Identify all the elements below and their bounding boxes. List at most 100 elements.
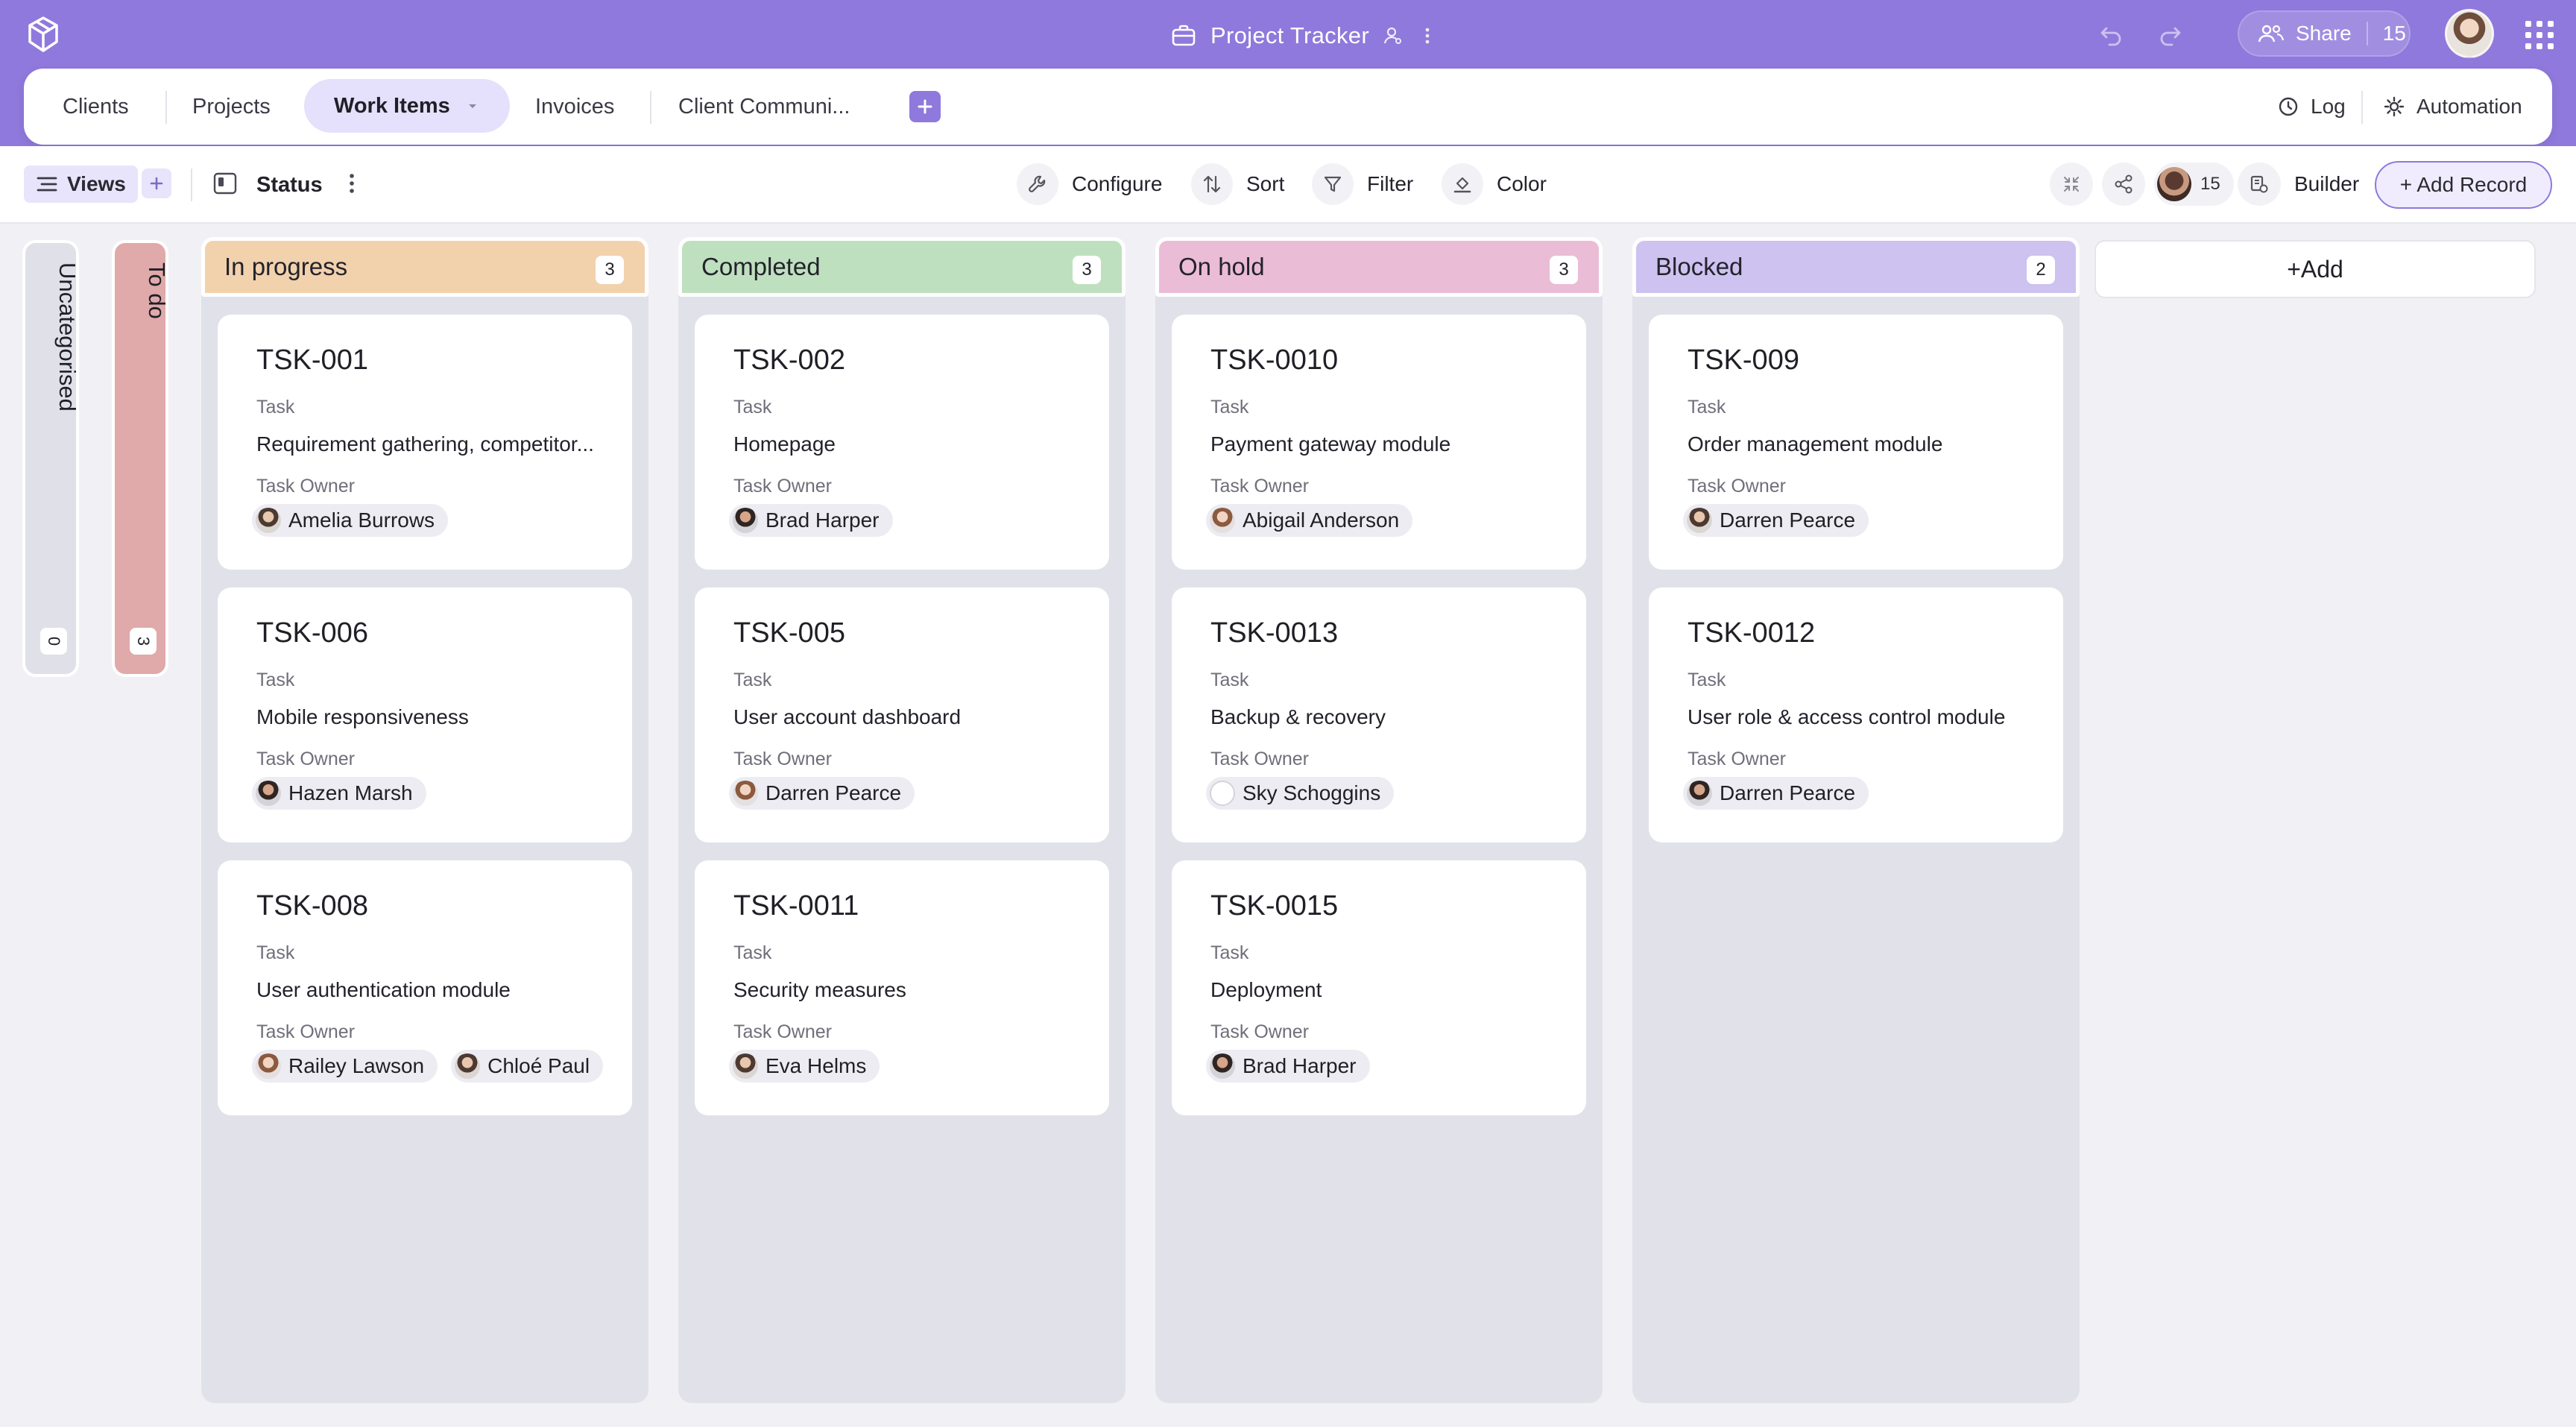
- column-count: 3: [596, 256, 624, 284]
- avatar: [256, 781, 281, 806]
- record-id: TSK-002: [733, 344, 845, 376]
- column-label: On hold: [1178, 253, 1265, 280]
- builder-button[interactable]: Builder: [2238, 163, 2359, 206]
- collapsed-column-uncategorised[interactable]: Uncategorised 0: [22, 240, 80, 677]
- record-card[interactable]: TSK-0013 Task Backup & recovery Task Owner S…: [1172, 588, 1586, 842]
- owner-name: Darren Pearce: [1720, 781, 1856, 804]
- briefcase-icon: [1172, 25, 1196, 46]
- add-record-button[interactable]: + Add Record: [2375, 161, 2552, 209]
- share-divider: [2366, 22, 2368, 45]
- owner-field-label: Task Owner: [1210, 1021, 1309, 1042]
- column-header[interactable]: In progress 3: [201, 237, 648, 297]
- record-card[interactable]: TSK-0012 Task User role & access control m…: [1649, 588, 2063, 842]
- chevron-down-icon[interactable]: [465, 98, 480, 113]
- view-options-icon[interactable]: [346, 170, 358, 197]
- avatar: [1210, 1053, 1235, 1079]
- owner-chip[interactable]: Hazen Marsh: [252, 777, 426, 810]
- owner-chip[interactable]: Railey Lawson: [252, 1050, 438, 1083]
- record-type: Task: [1210, 942, 1249, 963]
- avatar: [733, 508, 758, 533]
- user-avatar[interactable]: [2445, 9, 2494, 58]
- app-title-group: Project Tracker: [1170, 18, 1438, 54]
- record-title: Homepage: [733, 432, 836, 456]
- configure-button[interactable]: Configure: [1017, 163, 1162, 206]
- record-title: Payment gateway module: [1210, 432, 1451, 456]
- owner-chip[interactable]: Darren Pearce: [729, 777, 915, 810]
- owner-chips: Darren Pearce: [729, 777, 915, 810]
- owner-chip[interactable]: Darren Pearce: [1683, 504, 1869, 537]
- group-by-label[interactable]: Status: [256, 168, 323, 201]
- share-view-button[interactable]: [2102, 163, 2145, 206]
- owner-chip[interactable]: Darren Pearce: [1683, 777, 1869, 810]
- automation-button[interactable]: Automation: [2382, 69, 2522, 145]
- owner-field-label: Task Owner: [1688, 749, 1786, 769]
- column-header[interactable]: On hold 3: [1155, 237, 1603, 297]
- record-card[interactable]: TSK-005 Task User account dashboard Task Ow…: [695, 588, 1109, 842]
- redo-icon[interactable]: [2157, 21, 2184, 48]
- log-button[interactable]: Log: [2276, 69, 2346, 145]
- collapse-button[interactable]: [2050, 163, 2093, 206]
- collaborator-count: 15: [2200, 174, 2220, 194]
- views-button[interactable]: Views: [24, 166, 138, 203]
- tab-clients[interactable]: Clients: [63, 69, 129, 145]
- record-card[interactable]: TSK-0015 Task Deployment Task Owner Brad Har…: [1172, 860, 1586, 1115]
- record-card[interactable]: TSK-008 Task User authentication module Tas…: [218, 860, 632, 1115]
- tab-invoices[interactable]: Invoices: [535, 69, 614, 145]
- tab-work-items[interactable]: Work Items: [304, 79, 510, 133]
- column-header[interactable]: Blocked 2: [1632, 237, 2080, 297]
- collaborators-button[interactable]: 15: [2154, 163, 2234, 206]
- filter-button[interactable]: Filter: [1312, 163, 1413, 206]
- kanban-view-icon: [213, 172, 237, 195]
- record-id: TSK-0011: [733, 890, 859, 922]
- record-card[interactable]: TSK-002 Task Homepage Task Owner Brad Harper: [695, 315, 1109, 570]
- owner-chips: Hazen Marsh: [252, 777, 426, 810]
- collapse-icon: [2064, 177, 2079, 192]
- clock-icon: [2279, 97, 2298, 116]
- add-table-button[interactable]: [909, 91, 941, 122]
- app-logo-icon[interactable]: [25, 15, 61, 54]
- user-access-icon[interactable]: [1383, 25, 1404, 46]
- owner-chip[interactable]: Chloé Paul: [451, 1050, 604, 1083]
- record-type: Task: [1688, 670, 1726, 690]
- owner-chip[interactable]: Eva Helms: [729, 1050, 880, 1083]
- avatar: [1687, 508, 1712, 533]
- record-card[interactable]: TSK-001 Task Requirement gathering, compet…: [218, 315, 632, 570]
- owner-field-label: Task Owner: [733, 476, 832, 497]
- record-card[interactable]: TSK-0011 Task Security measures Task Owner E…: [695, 860, 1109, 1115]
- owner-chip[interactable]: Brad Harper: [729, 504, 893, 537]
- tab-client-communications[interactable]: Client Communi...: [678, 69, 850, 145]
- more-options-icon[interactable]: [1417, 25, 1438, 46]
- color-button[interactable]: Color: [1442, 163, 1547, 206]
- owner-chip[interactable]: Amelia Burrows: [252, 504, 449, 537]
- record-card[interactable]: TSK-006 Task Mobile responsiveness Task Own…: [218, 588, 632, 842]
- owner-chip[interactable]: Abigail Anderson: [1206, 504, 1413, 537]
- record-id: TSK-009: [1688, 344, 1799, 376]
- record-type: Task: [1688, 397, 1726, 418]
- column-in-progress: In progress 3 TSK-001 Task Requirement gat…: [201, 237, 648, 1403]
- share-button[interactable]: Share 15: [2238, 10, 2411, 57]
- column-label: In progress: [224, 253, 348, 280]
- record-card[interactable]: TSK-0010 Task Payment gateway module Task O…: [1172, 315, 1586, 570]
- sort-button[interactable]: Sort: [1191, 163, 1284, 206]
- app-grid-icon[interactable]: [2525, 21, 2554, 49]
- owner-chip[interactable]: Brad Harper: [1206, 1050, 1370, 1083]
- record-id: TSK-0015: [1210, 890, 1339, 922]
- app-title[interactable]: Project Tracker: [1210, 22, 1369, 49]
- column-header[interactable]: Completed 3: [678, 237, 1126, 297]
- top-bar: Project Tracker Share 15: [0, 0, 2576, 72]
- add-view-button[interactable]: [142, 168, 171, 198]
- record-title: User account dashboard: [733, 705, 962, 728]
- undo-icon[interactable]: [2097, 21, 2124, 48]
- collapsed-column-to-do[interactable]: To do 3: [112, 240, 170, 677]
- add-column-button[interactable]: +Add: [2094, 240, 2536, 298]
- record-card[interactable]: TSK-009 Task Order management module Task O…: [1649, 315, 2063, 570]
- record-title: Requirement gathering, competitor...: [256, 432, 594, 456]
- tab-projects[interactable]: Projects: [192, 69, 271, 145]
- tab-divider: [2361, 91, 2363, 124]
- menu-icon: [37, 177, 57, 192]
- owner-name: Amelia Burrows: [288, 508, 435, 532]
- owner-chip[interactable]: Sky Schoggins: [1206, 777, 1395, 810]
- column-label: To do: [144, 262, 170, 319]
- owner-field-label: Task Owner: [256, 1021, 355, 1042]
- configure-label: Configure: [1072, 172, 1163, 195]
